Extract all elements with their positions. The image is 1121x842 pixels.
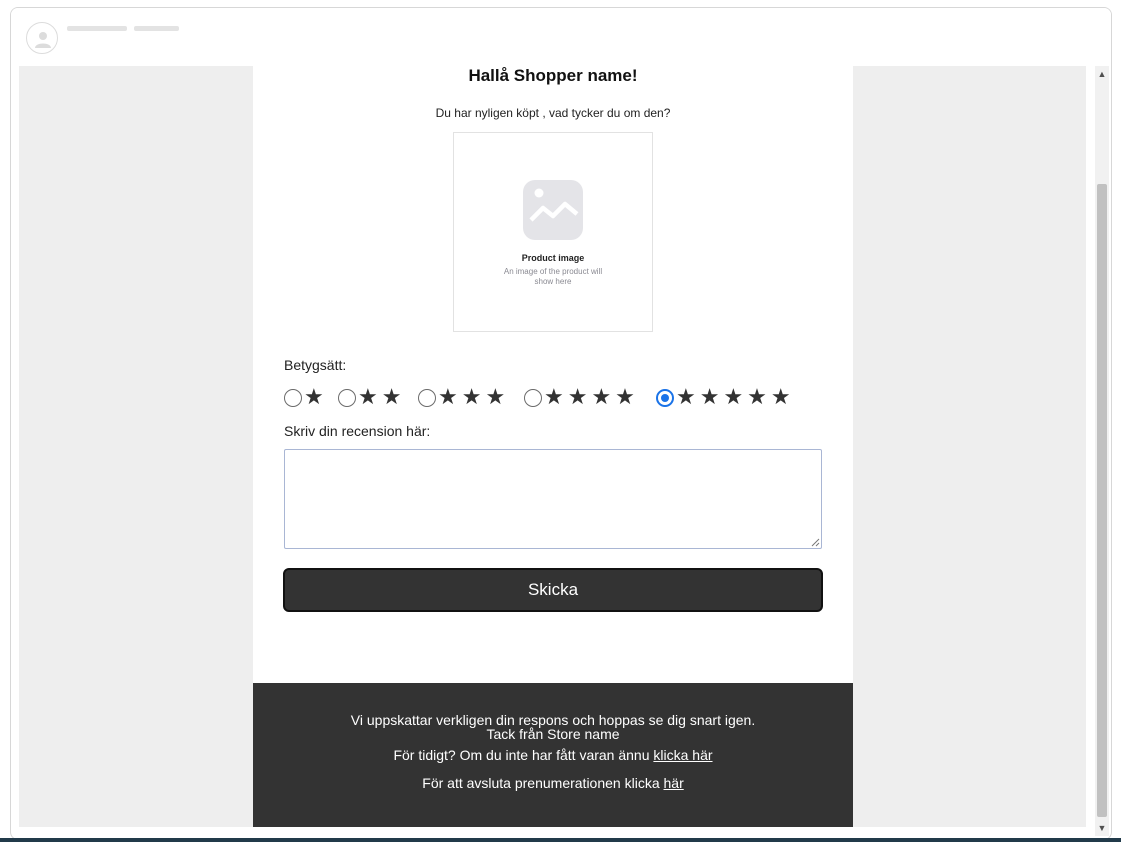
- scroll-up-icon[interactable]: ▲: [1095, 66, 1109, 82]
- user-avatar-icon: [35, 32, 51, 48]
- submit-button[interactable]: Skicka: [283, 568, 823, 612]
- header-bar: [11, 8, 1111, 66]
- scroll-down-icon[interactable]: ▼: [1095, 820, 1109, 836]
- email-footer: Vi uppskattar verkligen din respons och …: [253, 683, 853, 827]
- vertical-scrollbar[interactable]: ▲ ▼: [1095, 66, 1109, 836]
- star-icon: ★★★: [438, 384, 510, 409]
- footer-unsubscribe-line: För att avsluta prenumerationen klicka h…: [253, 776, 853, 790]
- review-textarea[interactable]: [284, 449, 822, 549]
- product-image-subtitle: An image of the product will show here: [503, 267, 603, 286]
- product-image: Product image An image of the product wi…: [453, 132, 653, 332]
- footer-early-link[interactable]: klicka här: [653, 747, 712, 763]
- greeting-heading: Hallå Shopper name!: [468, 66, 638, 85]
- rating-label: Betygsätt:: [284, 357, 347, 373]
- footer-store: Tack från Store name: [486, 726, 620, 742]
- star-icon: ★★★★: [544, 384, 639, 409]
- email-body: Hallå Shopper name! Du har nyligen köpt …: [253, 66, 853, 827]
- scroll-thumb[interactable]: [1097, 184, 1107, 817]
- sender-placeholder: [67, 26, 127, 31]
- footer-unsubscribe-text: För att avsluta prenumerationen klicka: [422, 775, 660, 791]
- taskbar-edge: [0, 838, 1121, 842]
- star-icon: ★★★★★: [676, 384, 795, 409]
- footer-thanks: Vi uppskattar verkligen din respons och …: [350, 712, 756, 728]
- product-image-title: Product image: [521, 253, 585, 263]
- star-icon: ★★: [358, 384, 406, 409]
- image-placeholder-icon: [523, 180, 583, 240]
- avatar: [26, 22, 58, 54]
- star-icon: ★: [304, 384, 328, 409]
- rating-radio-2[interactable]: [338, 389, 356, 407]
- email-viewport: Hallå Shopper name! Du har nyligen köpt …: [19, 66, 1086, 827]
- subject-placeholder: [134, 26, 179, 31]
- footer-early-text: För tidigt? Om du inte har fått varan än…: [393, 747, 650, 763]
- resize-grip-icon[interactable]: [811, 538, 820, 547]
- purchase-question: Du har nyligen köpt , vad tycker du om d…: [435, 106, 671, 120]
- review-label: Skriv din recension här:: [284, 423, 431, 439]
- rating-radio-1[interactable]: [284, 389, 302, 407]
- footer-early-line: För tidigt? Om du inte har fått varan än…: [253, 748, 853, 762]
- rating-radio-3[interactable]: [418, 389, 436, 407]
- rating-radio-4[interactable]: [524, 389, 542, 407]
- email-preview-window: Hallå Shopper name! Du har nyligen köpt …: [10, 7, 1112, 840]
- unsubscribe-link[interactable]: här: [664, 775, 684, 791]
- rating-radio-5[interactable]: [656, 389, 674, 407]
